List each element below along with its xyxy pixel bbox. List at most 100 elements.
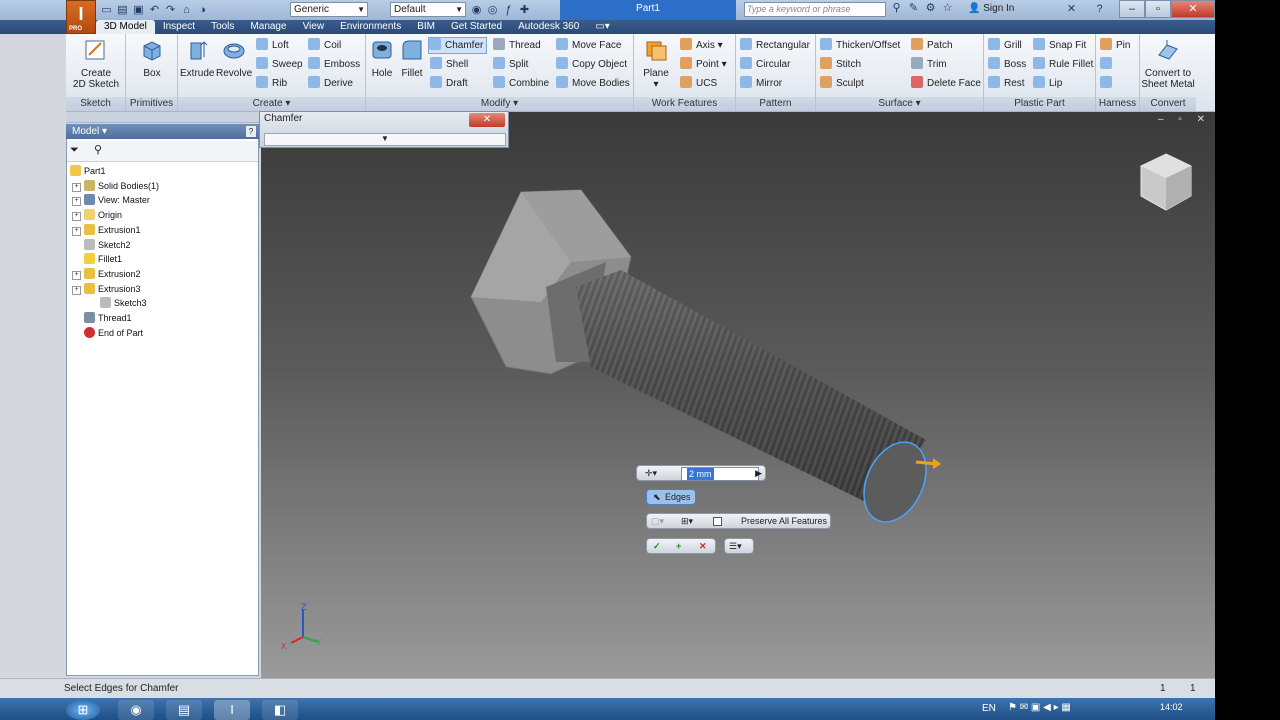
fillet-button[interactable]: Fillet: [398, 37, 426, 79]
ucs-button[interactable]: UCS: [680, 75, 717, 92]
help-icon[interactable]: ?: [1093, 3, 1106, 16]
modify-panel-title[interactable]: Modify ▾: [366, 97, 633, 111]
browser-title[interactable]: Model ▾: [66, 124, 259, 139]
save-icon[interactable]: ▣: [132, 4, 145, 17]
tab-autodesk-360[interactable]: Autodesk 360: [510, 20, 587, 34]
restore-button[interactable]: ▫: [1145, 0, 1171, 18]
chamfer-dialog-close-button[interactable]: ✕: [469, 113, 505, 127]
chamfer-dialog-expand[interactable]: ▼: [264, 133, 506, 146]
thread-button[interactable]: Thread: [493, 37, 541, 54]
star-icon[interactable]: ☆: [941, 2, 954, 15]
derive-button[interactable]: Derive: [308, 75, 353, 92]
wrench-icon[interactable]: ✎: [907, 2, 920, 15]
tab-manage[interactable]: Manage: [242, 20, 294, 34]
view-cube[interactable]: [1137, 152, 1195, 214]
tree-item[interactable]: Fillet1: [72, 252, 122, 266]
sign-in-link[interactable]: 👤 Sign In: [968, 3, 1014, 14]
patch-button[interactable]: Patch: [911, 37, 953, 54]
rib-button[interactable]: Rib: [256, 75, 287, 92]
sculpt-button[interactable]: Sculpt: [820, 75, 864, 92]
tab-inspect[interactable]: Inspect: [155, 20, 203, 34]
recorder-icon[interactable]: ◧: [262, 700, 298, 720]
move-face-button[interactable]: Move Face: [556, 37, 621, 54]
tree-item[interactable]: + View: Master: [72, 193, 150, 207]
create-2d-sketch-button[interactable]: Create 2D Sketch: [70, 37, 122, 90]
graphics-viewport[interactable]: – ▫ ✕ Z Y X: [261, 112, 1215, 678]
combine-button[interactable]: Combine: [493, 75, 549, 92]
tree-item[interactable]: + Extrusion3: [72, 282, 141, 296]
find-icon[interactable]: ⚲: [94, 143, 102, 156]
grill-button[interactable]: Grill: [988, 37, 1022, 54]
edge-mode-icon[interactable]: ✛▾: [645, 466, 657, 480]
rule-fillet-button[interactable]: Rule Fillet: [1033, 56, 1093, 73]
tree-item[interactable]: Sketch2: [72, 238, 131, 252]
axis-button[interactable]: Axis ▾: [680, 37, 723, 54]
expand-icon[interactable]: +: [72, 270, 81, 280]
browser-help-icon[interactable]: ?: [246, 126, 256, 137]
tab-tools[interactable]: Tools: [203, 20, 242, 34]
close-button[interactable]: ✕: [1171, 0, 1215, 18]
tab-get-started[interactable]: Get Started: [443, 20, 510, 34]
tab-bim[interactable]: BIM: [409, 20, 443, 34]
application-menu-button[interactable]: I PRO: [66, 0, 96, 34]
clock[interactable]: 14:02: [1160, 702, 1183, 712]
rest-button[interactable]: Rest: [988, 75, 1025, 92]
draft-button[interactable]: Draft: [430, 75, 468, 92]
filter-icon[interactable]: ⏷: [70, 144, 79, 157]
tree-item[interactable]: + Extrusion1: [72, 223, 141, 237]
split-button[interactable]: Split: [493, 56, 528, 73]
minimize-button[interactable]: –: [1119, 0, 1145, 18]
tab-environments[interactable]: Environments: [332, 20, 409, 34]
tree-item[interactable]: Part1: [70, 164, 106, 178]
emboss-button[interactable]: Emboss: [308, 56, 360, 73]
tab-overflow-icon[interactable]: ▭▾: [587, 20, 617, 34]
coil-button[interactable]: Coil: [308, 37, 341, 54]
circular-pattern-button[interactable]: Circular: [740, 56, 790, 73]
tree-item[interactable]: End of Part: [72, 326, 143, 340]
tray-icons[interactable]: ⚑ ✉ ▣ ◀ ▸ ▦: [1008, 702, 1071, 713]
inventor-taskbar-icon[interactable]: I: [214, 700, 250, 720]
plane-button[interactable]: Plane ▾: [640, 37, 672, 90]
harness-tool-2[interactable]: [1100, 56, 1116, 73]
tab-3d-model[interactable]: 3D Model: [96, 20, 155, 34]
expand-icon[interactable]: +: [72, 285, 81, 295]
redo-icon[interactable]: ↷: [164, 4, 177, 17]
material-combo[interactable]: Generic ▼: [290, 2, 368, 17]
delete-face-button[interactable]: Delete Face: [911, 75, 981, 92]
boss-button[interactable]: Boss: [988, 56, 1026, 73]
expand-icon[interactable]: +: [72, 226, 81, 236]
distance-input[interactable]: 2 mm: [681, 467, 759, 481]
tools-icon[interactable]: ⚙: [924, 2, 937, 15]
chrome-icon[interactable]: ◉: [118, 700, 154, 720]
copy-object-button[interactable]: Copy Object: [556, 56, 627, 73]
binoculars-icon[interactable]: ⚲: [890, 2, 903, 15]
point-button[interactable]: Point ▾: [680, 56, 727, 73]
expand-icon[interactable]: +: [72, 182, 81, 192]
tree-item[interactable]: + Origin: [72, 208, 122, 222]
preserve-all-features-checkbox[interactable]: [713, 517, 722, 526]
measure-icon[interactable]: ✚: [518, 4, 531, 17]
snap-fit-button[interactable]: Snap Fit: [1033, 37, 1086, 54]
sweep-button[interactable]: Sweep: [256, 56, 303, 73]
revolve-button[interactable]: Revolve: [216, 37, 252, 79]
language-indicator[interactable]: EN: [982, 703, 996, 714]
clear-icon[interactable]: ◎: [486, 4, 499, 17]
exchange-icon[interactable]: ✕: [1065, 3, 1078, 16]
expand-icon[interactable]: +: [72, 212, 81, 222]
thicken-offset-button[interactable]: Thicken/Offset: [820, 37, 900, 54]
pin-button[interactable]: Pin: [1100, 37, 1130, 54]
search-input[interactable]: Type a keyword or phrase: [744, 2, 886, 17]
explorer-icon[interactable]: ▤: [166, 700, 202, 720]
harness-tool-3[interactable]: [1100, 75, 1116, 92]
surface-panel-title[interactable]: Surface ▾: [816, 97, 983, 111]
undo-icon[interactable]: ↶: [148, 4, 161, 17]
cancel-icon[interactable]: ✕: [699, 539, 707, 553]
stitch-button[interactable]: Stitch: [820, 56, 861, 73]
update-icon[interactable]: ◑: [196, 4, 209, 17]
lip-button[interactable]: Lip: [1033, 75, 1062, 92]
new-icon[interactable]: ▭: [100, 4, 113, 17]
chamfer-button[interactable]: Chamfer: [428, 37, 488, 54]
setback-icon[interactable]: ▢▾: [651, 514, 664, 528]
open-icon[interactable]: ▤: [116, 4, 129, 17]
home-icon[interactable]: ⌂: [180, 4, 193, 17]
